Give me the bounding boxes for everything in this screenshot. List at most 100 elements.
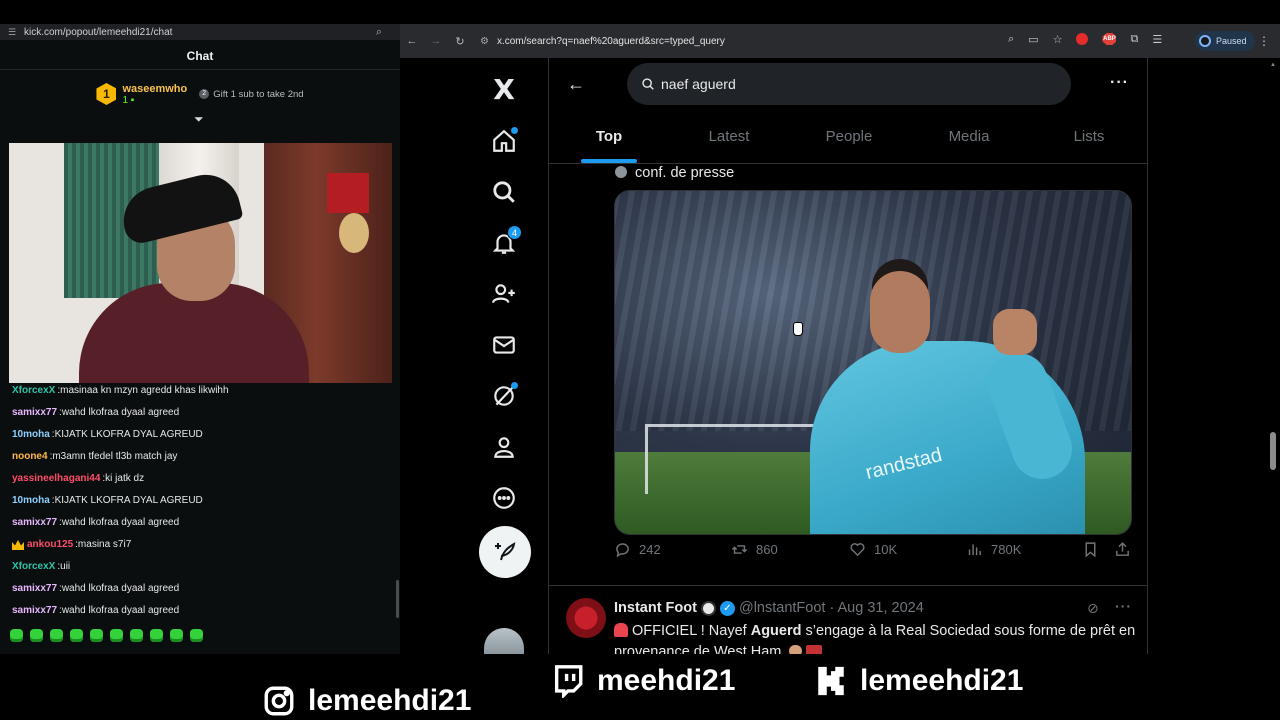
chat-username[interactable]: XforcexX bbox=[12, 560, 55, 574]
extension-red-icon[interactable] bbox=[1076, 33, 1089, 45]
compose-post-button[interactable] bbox=[479, 526, 531, 578]
tab-people[interactable]: People bbox=[789, 114, 909, 163]
reply-button[interactable]: 242 bbox=[614, 541, 661, 558]
person-icon bbox=[494, 436, 514, 458]
back-arrow-icon[interactable]: ← bbox=[567, 74, 585, 95]
more-circle-icon bbox=[493, 486, 515, 509]
search-options-icon[interactable]: ··· bbox=[1110, 74, 1129, 92]
views-button[interactable]: 780K bbox=[966, 541, 1021, 558]
emote-icon[interactable] bbox=[30, 629, 43, 642]
emote-icon[interactable] bbox=[90, 629, 103, 642]
x-search-box[interactable] bbox=[627, 63, 1071, 105]
browser-menu-icon[interactable]: ⋮ bbox=[1258, 34, 1270, 48]
chat-filter-icon[interactable]: ⏷ bbox=[194, 112, 204, 127]
forward-icon[interactable]: → bbox=[424, 35, 448, 47]
emote-icon[interactable] bbox=[190, 629, 203, 642]
emote-icon[interactable] bbox=[10, 629, 23, 642]
top-gifter-count: 1 ▪ bbox=[122, 95, 187, 106]
tweet-divider bbox=[549, 585, 1147, 586]
verified-badge-icon: ✓ bbox=[719, 600, 735, 616]
chat-username[interactable]: noone4 bbox=[12, 450, 48, 464]
chat-username[interactable]: ankou125 bbox=[27, 538, 73, 552]
chat-username[interactable]: yassineelhagani44 bbox=[12, 472, 100, 486]
kick-url-bar[interactable]: ☰ kick.com/popout/lemeehdi21/chat ⌕ bbox=[0, 24, 400, 40]
nav-messages[interactable] bbox=[478, 319, 530, 370]
emote-icon[interactable] bbox=[170, 629, 183, 642]
share-button[interactable] bbox=[1114, 541, 1131, 558]
scroll-up-icon[interactable]: ▲ bbox=[1270, 62, 1276, 68]
tweet-date[interactable]: · Aug 31, 2024 bbox=[829, 600, 923, 616]
tweet-author-handle[interactable]: @lnstantFoot bbox=[739, 600, 825, 616]
nav-profile[interactable] bbox=[478, 421, 530, 472]
tweet-more-icon[interactable]: ··· bbox=[1115, 598, 1132, 614]
chat-username[interactable]: 10moha bbox=[12, 494, 50, 508]
account-avatar[interactable] bbox=[484, 628, 524, 654]
like-button[interactable]: 10K bbox=[849, 541, 897, 558]
chat-title: Chat bbox=[0, 40, 400, 70]
tweet-text-start: OFFICIEL ! Nayef bbox=[632, 623, 751, 639]
tab-latest[interactable]: Latest bbox=[669, 114, 789, 163]
chat-username[interactable]: samixx77 bbox=[12, 604, 57, 618]
tab-top[interactable]: Top bbox=[549, 114, 669, 163]
emote-bar[interactable] bbox=[10, 629, 203, 642]
chat-message: 10moha: KIJATK LKOFRA DYAL AGREUD bbox=[12, 490, 392, 512]
webcam-overlay bbox=[9, 143, 392, 383]
chat-text: KIJATK LKOFRA DYAL AGREUD bbox=[54, 495, 203, 506]
siren-emoji-icon bbox=[614, 623, 628, 637]
chat-username[interactable]: 10moha bbox=[12, 428, 50, 442]
back-icon[interactable]: ← bbox=[400, 35, 424, 47]
page-scrollbar[interactable]: ▲ bbox=[1270, 62, 1276, 646]
tweet-author-avatar[interactable] bbox=[566, 598, 606, 638]
tweet-author-name[interactable]: Instant Foot bbox=[614, 600, 697, 616]
scroll-thumb[interactable] bbox=[1270, 432, 1276, 470]
chat-message: ankou125: masina s7i7 bbox=[12, 534, 392, 556]
grok-unread-dot bbox=[511, 382, 518, 389]
emote-icon[interactable] bbox=[50, 629, 63, 642]
zoom-icon[interactable]: ⌕ bbox=[1008, 33, 1014, 46]
gift-hint[interactable]: 2 Gift 1 sub to take 2nd bbox=[199, 89, 304, 100]
chat-username[interactable]: XforcexX bbox=[12, 384, 55, 398]
tab-lists[interactable]: Lists bbox=[1029, 114, 1147, 163]
repost-button[interactable]: 860 bbox=[731, 541, 778, 558]
nav-more[interactable] bbox=[478, 472, 530, 523]
profile-paused-chip[interactable]: Paused bbox=[1195, 31, 1255, 51]
nav-home[interactable] bbox=[478, 115, 530, 166]
chat-text: masina s7i7 bbox=[77, 539, 132, 550]
site-settings-icon[interactable]: ☰ bbox=[8, 27, 18, 37]
nav-notifications[interactable]: 4 bbox=[478, 217, 530, 268]
x-search-input[interactable] bbox=[661, 76, 1041, 92]
nav-grok[interactable] bbox=[478, 370, 530, 421]
webcam-flag bbox=[327, 173, 369, 213]
site-info-icon[interactable]: ⚙ bbox=[480, 36, 489, 47]
chat-scrollbar[interactable] bbox=[396, 580, 399, 618]
top-gifter-name[interactable]: waseemwho bbox=[122, 83, 187, 95]
bookmark-star-icon[interactable]: ☆ bbox=[1053, 33, 1063, 46]
chat-username[interactable]: samixx77 bbox=[12, 582, 57, 596]
bookmark-button[interactable] bbox=[1082, 541, 1099, 558]
browser-toolbar: ← → ↻ ⚙ x.com/search?q=naef%20aguerd&src… bbox=[400, 24, 1280, 58]
tab-media[interactable]: Media bbox=[909, 114, 1029, 163]
chat-text: m3amn tfedel tl3b match jay bbox=[52, 451, 178, 462]
emote-icon[interactable] bbox=[130, 629, 143, 642]
chat-username[interactable]: samixx77 bbox=[12, 516, 57, 530]
grok-explain-icon[interactable]: ⊘ bbox=[1087, 600, 1099, 617]
nav-explore[interactable] bbox=[478, 166, 530, 217]
tweet-photo[interactable]: randstad bbox=[614, 190, 1132, 535]
emote-icon[interactable] bbox=[110, 629, 123, 642]
reload-icon[interactable]: ↻ bbox=[448, 35, 472, 48]
extensions-puzzle-icon[interactable]: ⧉ bbox=[1130, 33, 1138, 46]
chat-message: samixx77: wahd lkofraa dyaal agreed bbox=[12, 402, 392, 424]
emote-icon[interactable] bbox=[70, 629, 83, 642]
nav-follow[interactable] bbox=[478, 268, 530, 319]
cast-icon[interactable]: ▭ bbox=[1028, 33, 1038, 46]
emote-icon[interactable] bbox=[150, 629, 163, 642]
screen: ☰ kick.com/popout/lemeehdi21/chat ⌕ Chat… bbox=[0, 0, 1280, 720]
zoom-icon[interactable]: ⌕ bbox=[376, 26, 382, 39]
reading-list-icon[interactable]: ☰ bbox=[1152, 33, 1162, 46]
x-logo-glyph: X bbox=[493, 73, 515, 106]
chat-message: samixx77: wahd lkofraa dyaal agreed bbox=[12, 600, 392, 622]
adblock-icon[interactable]: ABP bbox=[1102, 33, 1117, 45]
x-logo[interactable]: X bbox=[478, 64, 530, 115]
instagram-icon bbox=[264, 686, 294, 716]
chat-username[interactable]: samixx77 bbox=[12, 406, 57, 420]
